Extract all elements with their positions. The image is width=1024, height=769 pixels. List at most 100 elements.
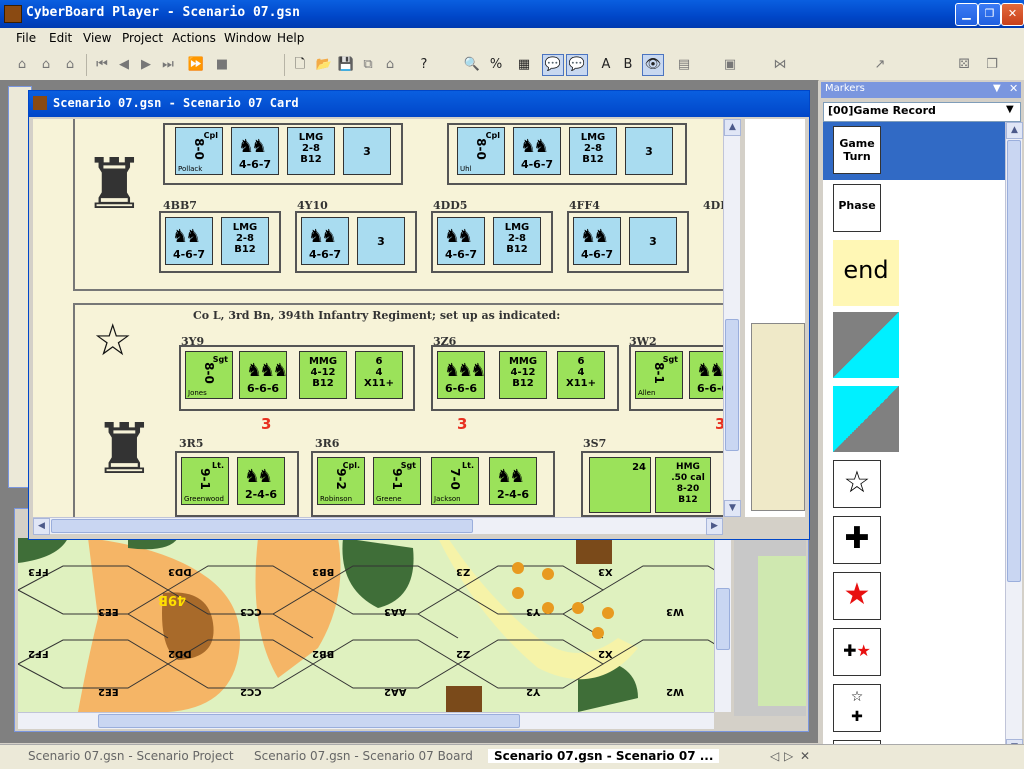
new-icon[interactable]: 🗋: [290, 55, 310, 75]
menu-project[interactable]: Project: [122, 31, 163, 45]
open-icon[interactable]: 📂: [314, 55, 334, 75]
counter-leader[interactable]: Sgt 8-1 Allen: [635, 351, 683, 399]
menu-window[interactable]: Window: [224, 31, 271, 45]
redo-icon[interactable]: ⌂: [60, 55, 80, 75]
marker-grey-cyan[interactable]: [833, 312, 899, 378]
counter-lmg[interactable]: LMG 2-8 B12: [493, 217, 541, 265]
prev-icon[interactable]: ◀: [114, 55, 134, 75]
menu-edit[interactable]: Edit: [49, 31, 72, 45]
eye-icon[interactable]: 👁: [642, 54, 664, 76]
marker-cross-red-star[interactable]: ✚★: [833, 628, 881, 676]
close-icon[interactable]: ✕: [1009, 82, 1018, 95]
counter-squad[interactable]: ♞♞ 4-6-7: [301, 217, 349, 265]
speech-icon[interactable]: 💬: [542, 54, 564, 76]
bold-icon[interactable]: B: [618, 55, 638, 75]
tab-next-icon[interactable]: ▷: [784, 749, 793, 763]
tab-prev-icon[interactable]: ◁: [770, 749, 779, 763]
menu-view[interactable]: View: [83, 31, 111, 45]
counter-lmg[interactable]: LMG 2-8 B12: [287, 127, 335, 175]
counter-leader[interactable]: Cpl 8-0 Pollack: [175, 127, 223, 175]
counter-leader[interactable]: Lt. 7-0 Jackson: [431, 457, 479, 505]
counter-leader[interactable]: Sgt 8-0 Jones: [185, 351, 233, 399]
fast-forward-icon[interactable]: ⏩: [186, 55, 206, 75]
board-vscroll[interactable]: [714, 538, 731, 712]
tile-icon[interactable]: ▤: [674, 55, 694, 75]
counter-weapon[interactable]: 3: [343, 127, 391, 175]
counter-squad[interactable]: ♞♞♞ 6-6-6: [437, 351, 486, 399]
counter-squad[interactable]: ♞♞ 4-6-7: [573, 217, 621, 265]
unit-marker[interactable]: 49B: [158, 592, 186, 607]
arrow-icon[interactable]: ↗: [870, 55, 890, 75]
first-icon[interactable]: ⏮: [92, 55, 112, 75]
close-button[interactable]: ✕: [1001, 3, 1024, 26]
next-icon[interactable]: ▶: [136, 55, 156, 75]
minimize-button[interactable]: ▁: [955, 3, 978, 26]
text-icon[interactable]: A: [596, 55, 616, 75]
counter-squad[interactable]: ♞♞6-6-6: [689, 351, 723, 399]
marker-end[interactable]: end: [833, 240, 899, 306]
counter-jeep[interactable]: 24: [589, 457, 651, 513]
card-vscroll[interactable]: ▲ ▼: [723, 119, 741, 517]
marker-cyan-grey[interactable]: [833, 386, 899, 452]
counter-leader[interactable]: Cpl. 9-2 Robinson: [317, 457, 365, 505]
print-icon[interactable]: ⌂: [380, 55, 400, 75]
scroll-up-icon[interactable]: ▲: [724, 119, 741, 136]
undo-icon[interactable]: ⌂: [36, 55, 56, 75]
menu-file[interactable]: File: [16, 31, 36, 45]
counter-weapon[interactable]: 3: [629, 217, 677, 265]
counter-squad[interactable]: ♞♞ 4-6-7: [165, 217, 213, 265]
chevron-down-icon[interactable]: ▼: [993, 83, 1001, 94]
card-view[interactable]: ♜ Cpl 8-0 Pollack ♞♞ 4-6-7 LMG 2-8 B12 3 Cp…: [33, 119, 723, 517]
stop-icon[interactable]: ■: [212, 55, 232, 75]
grid-icon[interactable]: %: [486, 55, 506, 75]
tab-close-icon[interactable]: ✕: [800, 749, 810, 763]
chevron-down-icon[interactable]: ▼: [1006, 104, 1014, 115]
dice-icon[interactable]: ⚄: [954, 55, 974, 75]
counter-leader[interactable]: Cpl 8-0 Uhl: [457, 127, 505, 175]
last-icon[interactable]: ⏭: [158, 55, 178, 75]
board-thumbnail[interactable]: [758, 556, 806, 706]
board-hscroll[interactable]: [18, 712, 714, 729]
counter-weapon[interactable]: 3: [625, 127, 673, 175]
scroll-down-icon[interactable]: ▼: [724, 500, 741, 517]
scroll-left-icon[interactable]: ◀: [33, 518, 50, 535]
counter-squad[interactable]: ♞♞ 4-6-7: [231, 127, 279, 175]
counter-mmg[interactable]: MMG 4-12 B12: [299, 351, 347, 399]
tab-scenario-card[interactable]: Scenario 07.gsn - Scenario 07 ...: [488, 749, 720, 763]
window-icon[interactable]: ❐: [982, 55, 1002, 75]
counter-weapon[interactable]: 6 4 X11+: [355, 351, 403, 399]
markers-vscroll[interactable]: ▲ ▼: [1005, 122, 1023, 758]
tab-scenario-project[interactable]: Scenario 07.gsn - Scenario Project: [28, 749, 234, 763]
save-icon[interactable]: 💾: [336, 55, 356, 75]
select-icon[interactable]: ▦: [514, 55, 534, 75]
counter-squad[interactable]: ♞♞ 2-4-6: [237, 457, 285, 505]
counter-squad[interactable]: ♞♞ 4-6-7: [513, 127, 561, 175]
counter-weapon[interactable]: 6 4 X11+: [557, 351, 605, 399]
marker-phase[interactable]: Phase: [833, 184, 881, 232]
stack-icon[interactable]: ▣: [720, 55, 740, 75]
speech-alt-icon[interactable]: 💬: [566, 54, 588, 76]
help-icon[interactable]: ?: [414, 55, 434, 75]
counter-lmg[interactable]: LMG 2-8 B12: [569, 127, 617, 175]
card-hscroll[interactable]: ◀ ▶: [33, 517, 723, 535]
marker-red-star[interactable]: ★: [833, 572, 881, 620]
counter-weapon[interactable]: 3: [357, 217, 405, 265]
counter-squad[interactable]: ♞♞ 4-6-7: [437, 217, 485, 265]
marker-star-cross[interactable]: ☆ ✚: [833, 684, 881, 732]
counter-squad[interactable]: ♞♞♞ 6-6-6: [239, 351, 288, 399]
house-icon[interactable]: ⌂: [12, 55, 32, 75]
counter-mmg[interactable]: MMG 4-12 B12: [499, 351, 547, 399]
marker-list[interactable]: Game Turn Phase end ☆ ✚ ★ ✚★ ☆✚ 0: [823, 122, 1005, 760]
marker-game-turn[interactable]: Game Turn: [833, 126, 881, 174]
counter-lmg[interactable]: LMG 2-8 B12: [221, 217, 269, 265]
restore-button[interactable]: ❐: [978, 3, 1001, 26]
menu-help[interactable]: Help: [277, 31, 304, 45]
card-thumbnail[interactable]: [751, 323, 805, 511]
link-icon[interactable]: ⋈: [770, 55, 790, 75]
scroll-up-icon[interactable]: ▲: [1006, 122, 1023, 139]
tab-scenario-board[interactable]: Scenario 07.gsn - Scenario 07 Board: [254, 749, 473, 763]
zoom-icon[interactable]: 🔍: [462, 55, 482, 75]
marker-group-select[interactable]: [00]Game Record ▼: [823, 102, 1021, 122]
counter-leader[interactable]: Sgt 9-1 Greene: [373, 457, 421, 505]
counter-squad[interactable]: ♞♞ 2-4-6: [489, 457, 537, 505]
